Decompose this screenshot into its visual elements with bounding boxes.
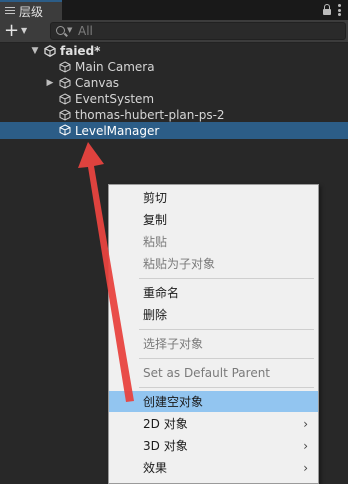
expand-arrow-icon[interactable]: ▼ xyxy=(30,46,40,56)
menu-item-label: 粘贴为子对象 xyxy=(143,257,216,271)
menu-item-3d-object[interactable]: 3D 对象 › xyxy=(109,435,318,456)
menu-item-rename[interactable]: 重命名 xyxy=(109,282,318,303)
menu-item-cut[interactable]: 剪切 xyxy=(109,187,318,208)
menu-item-label: 效果 xyxy=(143,461,168,475)
panel-tab-bar: 层级 xyxy=(0,0,348,20)
gameobject-cube-icon xyxy=(59,61,71,73)
tab-hierarchy-label: 层级 xyxy=(19,4,44,19)
hierarchy-item-label: Canvas xyxy=(75,76,120,90)
menu-item-label: 复制 xyxy=(143,213,168,227)
menu-item-effects[interactable]: 效果 › xyxy=(109,457,318,478)
hierarchy-item-label: EventSystem xyxy=(75,92,155,106)
scene-name: faied* xyxy=(60,44,101,58)
gameobject-cube-icon xyxy=(59,124,71,136)
menu-item-paste[interactable]: 粘贴 xyxy=(109,231,318,252)
search-input[interactable] xyxy=(78,23,338,39)
menu-item-create-empty[interactable]: 创建空对象 xyxy=(109,391,318,412)
submenu-chevron-icon: › xyxy=(303,438,308,453)
hierarchy-item-levelmanager[interactable]: LevelManager xyxy=(0,122,348,139)
menu-item-label: 删除 xyxy=(143,308,168,322)
gameobject-cube-icon xyxy=(59,93,71,105)
scene-row[interactable]: ▼ faied* xyxy=(0,43,348,59)
menu-item-copy[interactable]: 复制 xyxy=(109,209,318,230)
gameobject-cube-icon xyxy=(59,109,71,121)
context-menu: 剪切 复制 粘贴 粘贴为子对象 重命名 删除 选择子对象 Set as Defa… xyxy=(108,184,319,484)
menu-item-label: 选择子对象 xyxy=(143,337,204,351)
submenu-chevron-icon: › xyxy=(303,460,308,475)
menu-item-label: 重命名 xyxy=(143,286,180,300)
hierarchy-item-thomas-hubert-plan[interactable]: thomas-hubert-plan-ps-2 xyxy=(0,107,348,123)
menu-separator xyxy=(139,358,314,359)
submenu-chevron-icon: › xyxy=(303,416,308,431)
hierarchy-item-label: Main Camera xyxy=(75,60,155,74)
search-filter-chevron-icon[interactable]: ▼ xyxy=(67,26,72,34)
menu-item-2d-object[interactable]: 2D 对象 › xyxy=(109,413,318,434)
menu-separator xyxy=(139,329,314,330)
menu-item-paste-as-child[interactable]: 粘贴为子对象 xyxy=(109,253,318,274)
chevron-down-icon[interactable]: ▼ xyxy=(21,26,27,35)
menu-item-set-default-parent[interactable]: Set as Default Parent xyxy=(109,362,318,383)
list-icon xyxy=(5,7,15,15)
menu-separator xyxy=(139,278,314,279)
menu-separator xyxy=(139,387,314,388)
menu-item-label: 2D 对象 xyxy=(143,417,188,431)
more-options-icon[interactable] xyxy=(338,4,341,16)
menu-item-select-children[interactable]: 选择子对象 xyxy=(109,333,318,354)
menu-item-label: 创建空对象 xyxy=(143,395,204,409)
menu-item-label: 剪切 xyxy=(143,191,168,205)
hierarchy-item-label: thomas-hubert-plan-ps-2 xyxy=(75,108,225,122)
search-field[interactable]: ▼ xyxy=(50,22,346,40)
hierarchy-item-canvas[interactable]: ▶ Canvas xyxy=(0,75,348,91)
search-icon[interactable] xyxy=(56,26,65,35)
menu-item-label: 3D 对象 xyxy=(143,439,188,453)
hierarchy-toolbar: + ▼ ▼ xyxy=(0,20,348,43)
menu-item-delete[interactable]: 删除 xyxy=(109,304,318,325)
unity-scene-icon xyxy=(44,45,56,57)
hierarchy-item-label: LevelManager xyxy=(75,123,160,138)
menu-item-label: 粘贴 xyxy=(143,235,168,249)
expand-arrow-icon[interactable]: ▶ xyxy=(45,78,55,88)
hierarchy-item-main-camera[interactable]: Main Camera xyxy=(0,59,348,75)
menu-item-label: Set as Default Parent xyxy=(143,365,271,380)
gameobject-cube-icon xyxy=(59,77,71,89)
tab-hierarchy[interactable]: 层级 xyxy=(0,0,62,20)
lock-icon[interactable] xyxy=(322,4,332,16)
add-button[interactable]: + xyxy=(4,21,19,41)
hierarchy-item-eventsystem[interactable]: EventSystem xyxy=(0,91,348,107)
